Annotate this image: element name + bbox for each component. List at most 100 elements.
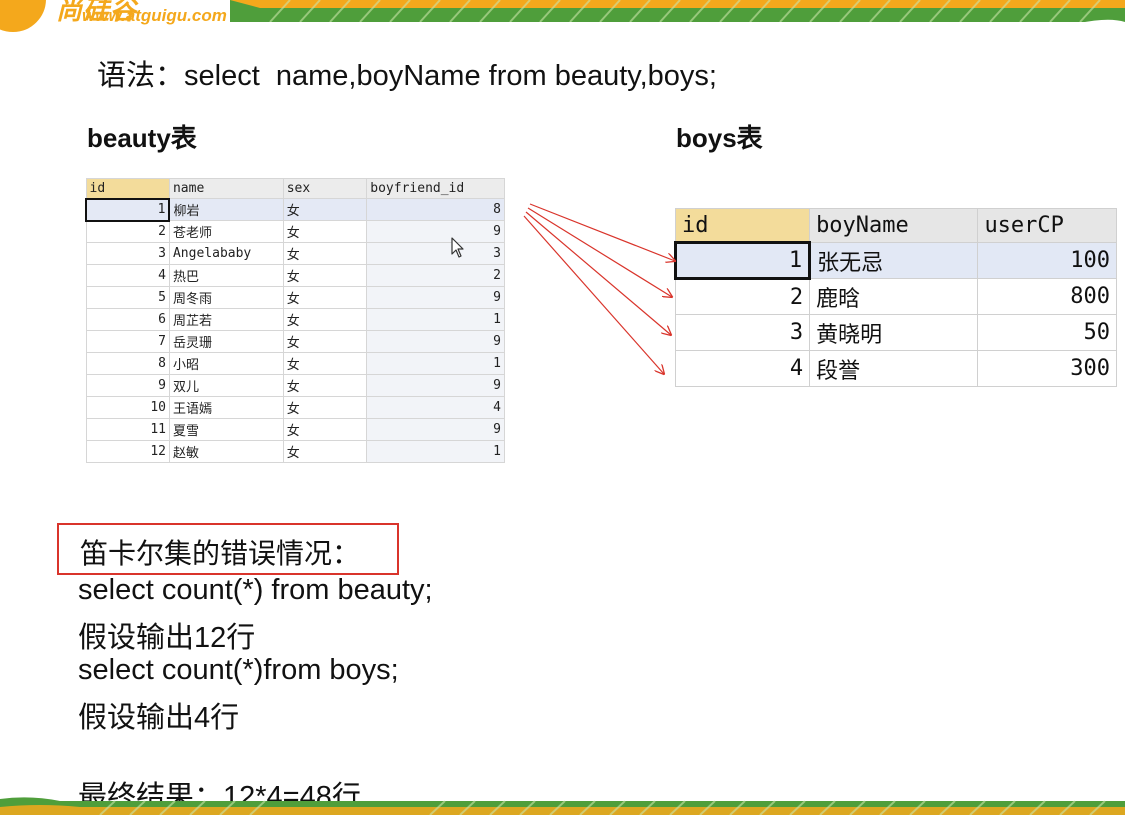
- cell-boyname[interactable]: 段誉: [809, 350, 979, 387]
- cell-sex[interactable]: 女: [282, 330, 368, 353]
- table-row[interactable]: 4 段誉 300: [674, 350, 1117, 387]
- cell-name[interactable]: 夏雪: [168, 418, 284, 441]
- arrow-to-row-1: [529, 203, 675, 261]
- cell-id[interactable]: 7: [85, 330, 170, 353]
- table-row[interactable]: 4 热巴女 2: [85, 264, 505, 287]
- cell-name[interactable]: 周冬雨: [168, 286, 284, 309]
- cell-name[interactable]: 赵敏: [168, 440, 284, 463]
- cell-name[interactable]: 周芷若: [168, 308, 284, 331]
- cell-boyfriend-id[interactable]: 1: [366, 352, 505, 375]
- table-row[interactable]: 1 张无忌 100: [673, 241, 1117, 280]
- cell-boyfriend-id[interactable]: 1: [366, 440, 505, 463]
- column-header-id[interactable]: id: [674, 208, 811, 243]
- cell-sex[interactable]: 女: [282, 418, 368, 441]
- cell-boyfriend-id[interactable]: 1: [366, 308, 505, 331]
- table-row[interactable]: 9 双儿女 9: [85, 374, 505, 397]
- arrow-to-row-2: [527, 207, 672, 297]
- table-row[interactable]: 7 岳灵珊女 9: [85, 330, 505, 353]
- cartesian-title: 笛卡尔集的错误情况：: [80, 538, 361, 569]
- column-header-sex[interactable]: sex: [282, 178, 368, 199]
- cell-name[interactable]: 苍老师: [168, 220, 284, 243]
- cell-name[interactable]: 双儿: [168, 374, 284, 397]
- cell-id[interactable]: 10: [85, 396, 170, 419]
- column-header-boyname[interactable]: boyName: [809, 208, 979, 243]
- cell-boyfriend-id[interactable]: 8: [366, 198, 505, 221]
- cell-id[interactable]: 12: [85, 440, 170, 463]
- table-row[interactable]: 2 鹿晗 800: [674, 278, 1117, 315]
- cell-id[interactable]: 8: [85, 352, 170, 375]
- table-row[interactable]: 3 黄晓明 50: [674, 314, 1117, 351]
- cell-id[interactable]: 1: [84, 197, 171, 222]
- cell-id[interactable]: 2: [85, 220, 170, 243]
- cell-name[interactable]: 小昭: [168, 352, 284, 375]
- arrow-to-row-3: [525, 211, 671, 335]
- cell-sex[interactable]: 女: [282, 374, 368, 397]
- cell-boyname[interactable]: 张无忌: [809, 242, 979, 279]
- table-row[interactable]: 10 王语嫣女 4: [85, 396, 505, 419]
- cell-sex[interactable]: 女: [282, 308, 368, 331]
- mouse-cursor-icon: [451, 237, 467, 264]
- cell-name[interactable]: 王语嫣: [168, 396, 284, 419]
- table-row[interactable]: 3 Angelababy 女 3: [85, 242, 505, 265]
- column-header-boyfriend-id[interactable]: boyfriend_id: [366, 178, 505, 199]
- slide: 尚硅谷 www.atguigu.com 语法：select name,boyNa…: [0, 0, 1125, 815]
- sql-count-beauty: select count(*) from beauty;: [78, 574, 433, 606]
- cell-name[interactable]: Angelababy: [168, 242, 284, 265]
- arrow-to-row-4: [523, 215, 664, 374]
- cell-boyname[interactable]: 鹿晗: [809, 278, 979, 315]
- cell-id[interactable]: 3: [674, 314, 811, 351]
- cell-sex[interactable]: 女: [282, 242, 368, 265]
- table-row[interactable]: 8 小昭女 1: [85, 352, 505, 375]
- table-row[interactable]: 2 苍老师女 9: [85, 220, 505, 243]
- cell-boyfriend-id[interactable]: 9: [366, 220, 505, 243]
- beauty-table-title: beauty表: [87, 123, 197, 153]
- table-row[interactable]: 5 周冬雨女 9: [85, 286, 505, 309]
- boys-table: id boyName userCP 1 张无忌 100 2 鹿晗 800 3 黄晓明 50 4 段誉…: [673, 208, 1117, 387]
- cell-sex[interactable]: 女: [282, 440, 368, 463]
- column-header-id[interactable]: id: [85, 178, 170, 199]
- cell-boyfriend-id[interactable]: 2: [366, 264, 505, 287]
- cell-usercp[interactable]: 100: [977, 242, 1117, 279]
- cell-usercp[interactable]: 50: [977, 314, 1117, 351]
- cell-sex[interactable]: 女: [282, 198, 368, 221]
- cell-boyfriend-id[interactable]: 9: [366, 418, 505, 441]
- cell-id[interactable]: 5: [85, 286, 170, 309]
- cell-id[interactable]: 2: [674, 278, 811, 315]
- table-row[interactable]: 12 赵敏女 1: [85, 440, 505, 463]
- cell-boyfriend-id[interactable]: 3: [366, 242, 505, 265]
- cell-id[interactable]: 1: [673, 241, 812, 280]
- cell-name[interactable]: 热巴: [168, 264, 284, 287]
- cell-sex[interactable]: 女: [282, 220, 368, 243]
- cell-id[interactable]: 6: [85, 308, 170, 331]
- cell-boyfriend-id[interactable]: 4: [366, 396, 505, 419]
- cell-usercp[interactable]: 300: [977, 350, 1117, 387]
- cell-boyfriend-id[interactable]: 9: [366, 374, 505, 397]
- cell-sex[interactable]: 女: [282, 286, 368, 309]
- cell-boyfriend-id[interactable]: 9: [366, 330, 505, 353]
- footer-band: [0, 795, 1125, 815]
- cell-id[interactable]: 3: [85, 242, 170, 265]
- table-row[interactable]: 1 柳岩女 8: [84, 197, 505, 222]
- cell-id[interactable]: 4: [85, 264, 170, 287]
- cell-id[interactable]: 9: [85, 374, 170, 397]
- beauty-table: id name sex boyfriend_id 1 柳岩女 8 2 苍老师女 9 3 Ang…: [84, 178, 505, 463]
- cell-boyname[interactable]: 黄晓明: [809, 314, 979, 351]
- syntax-line: 语法：select name,boyName from beauty,boys;: [97, 60, 717, 92]
- sql-count-boys: select count(*)from boys;: [78, 654, 399, 686]
- cell-boyfriend-id[interactable]: 9: [366, 286, 505, 309]
- column-header-usercp[interactable]: userCP: [977, 208, 1117, 243]
- cell-name[interactable]: 岳灵珊: [168, 330, 284, 353]
- column-header-name[interactable]: name: [168, 178, 284, 199]
- cell-name[interactable]: 柳岩: [168, 198, 284, 221]
- table-row[interactable]: 6 周芷若女 1: [85, 308, 505, 331]
- cell-sex[interactable]: 女: [282, 264, 368, 287]
- boys-header-row: id boyName userCP: [674, 208, 1117, 243]
- beauty-header-row: id name sex boyfriend_id: [85, 178, 505, 199]
- cell-id[interactable]: 11: [85, 418, 170, 441]
- cell-usercp[interactable]: 800: [977, 278, 1117, 315]
- cell-id[interactable]: 4: [674, 350, 811, 387]
- footer-decoration: [0, 797, 1125, 815]
- cell-sex[interactable]: 女: [282, 352, 368, 375]
- cell-sex[interactable]: 女: [282, 396, 368, 419]
- table-row[interactable]: 11 夏雪女 9: [85, 418, 505, 441]
